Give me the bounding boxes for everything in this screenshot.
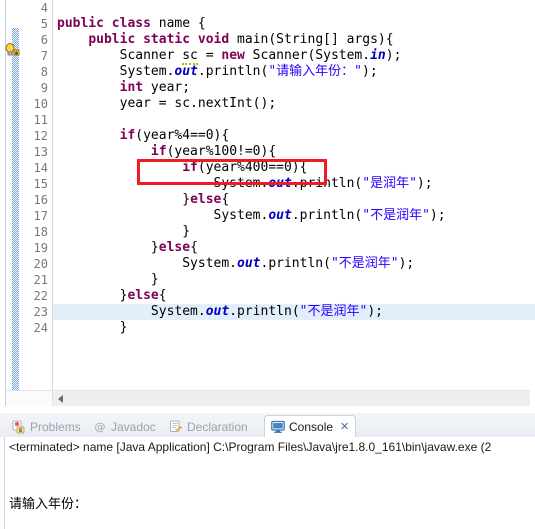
console-output-text: 请输入年份： 2000 不是润年 bbox=[9, 460, 87, 529]
line-number: 11 bbox=[33, 113, 48, 127]
line-number: 4 bbox=[40, 1, 48, 15]
code-line-9[interactable]: int year; bbox=[53, 80, 535, 96]
code-line-7[interactable]: Scanner sc = new Scanner(System.in); bbox=[53, 48, 535, 65]
svg-text:@: @ bbox=[95, 421, 106, 434]
line-number: 21 bbox=[33, 273, 48, 287]
scrollbar-track[interactable] bbox=[53, 391, 530, 407]
code-line-20[interactable]: System.out.println("不是润年"); bbox=[53, 256, 535, 272]
tab-label: Problems bbox=[30, 419, 81, 434]
line-number: 12 bbox=[33, 129, 48, 143]
line-number: 10 bbox=[33, 97, 48, 111]
code-line-12[interactable]: if(year%4==0){ bbox=[53, 128, 535, 144]
code-line-22[interactable]: }else{ bbox=[53, 288, 535, 304]
line-number: 16 bbox=[33, 193, 48, 207]
console-icon bbox=[271, 420, 285, 434]
declaration-icon bbox=[169, 420, 183, 434]
line-number: 17 bbox=[33, 209, 48, 223]
console-line-stdout: 请输入年份： bbox=[9, 497, 88, 512]
tab-label: Declaration bbox=[187, 419, 248, 434]
code-line-8[interactable]: System.out.println("请输入年份："); bbox=[53, 64, 535, 80]
line-number: 20 bbox=[33, 257, 48, 271]
line-number: 5 bbox=[40, 17, 48, 31]
code-line-15[interactable]: System.out.println("是润年"); bbox=[53, 176, 535, 192]
problems-icon bbox=[12, 420, 26, 434]
line-number: 14 bbox=[33, 161, 48, 175]
line-number: 23 bbox=[33, 305, 48, 319]
console-launch-header: <terminated> name [Java Application] C:\… bbox=[9, 440, 492, 454]
code-line-17[interactable]: System.out.println("不是润年"); bbox=[53, 208, 535, 224]
code-line-21[interactable]: } bbox=[53, 272, 535, 288]
code-line-16[interactable]: }else{ bbox=[53, 192, 535, 208]
code-line-11[interactable] bbox=[53, 112, 535, 128]
java-editor[interactable]: 4 5 6 7 8 9 10 11 12 13 14 15 16 17 18 1… bbox=[0, 0, 535, 413]
code-line-6[interactable]: public static void main(String[] args){ bbox=[53, 32, 535, 48]
triangle-left-icon[interactable] bbox=[53, 391, 69, 407]
line-number: 24 bbox=[33, 321, 48, 335]
warning-underlined-token: sc bbox=[182, 48, 198, 65]
line-number: 15 bbox=[33, 177, 48, 191]
line-number: 8 bbox=[40, 65, 48, 79]
line-number: 13 bbox=[33, 145, 48, 159]
editor-line-number-gutter[interactable]: 4 5 6 7 8 9 10 11 12 13 14 15 16 17 18 1… bbox=[19, 0, 64, 407]
code-line-19[interactable]: }else{ bbox=[53, 240, 535, 256]
editor-bottom-edge bbox=[0, 406, 535, 413]
tab-label: Console bbox=[289, 419, 334, 434]
code-line-14[interactable]: if(year%400==0){ bbox=[53, 160, 535, 176]
close-icon[interactable]: ✕ bbox=[340, 420, 349, 433]
scrollbar-corner bbox=[6, 391, 53, 407]
tab-problems[interactable]: Problems bbox=[6, 416, 87, 437]
line-number: 22 bbox=[33, 289, 48, 303]
line-number: 6 bbox=[40, 33, 48, 47]
bottom-panel-tabbar: Problems @ Javadoc Declaration Console ✕ bbox=[0, 413, 535, 437]
tab-console[interactable]: Console ✕ bbox=[264, 415, 357, 437]
line-number: 18 bbox=[33, 225, 48, 239]
bottom-panel: Problems @ Javadoc Declaration Console ✕… bbox=[0, 413, 535, 529]
line-number: 7 bbox=[40, 49, 48, 63]
code-text-area[interactable]: public class name { public static void m… bbox=[53, 0, 535, 407]
code-line-24[interactable]: } bbox=[53, 320, 535, 336]
line-number: 9 bbox=[40, 81, 48, 95]
tab-declaration[interactable]: Declaration bbox=[163, 416, 254, 437]
console-output-view[interactable]: <terminated> name [Java Application] C:\… bbox=[4, 437, 535, 529]
code-line-4[interactable] bbox=[53, 0, 535, 16]
code-line-23[interactable]: System.out.println("不是润年"); bbox=[53, 304, 535, 320]
tab-label: Javadoc bbox=[111, 419, 156, 434]
code-line-13[interactable]: if(year%100!=0){ bbox=[53, 144, 535, 160]
javadoc-icon: @ bbox=[94, 420, 107, 434]
line-number: 19 bbox=[33, 241, 48, 255]
code-line-10[interactable]: year = sc.nextInt(); bbox=[53, 96, 535, 112]
editor-horizontal-scrollbar[interactable] bbox=[6, 390, 530, 407]
tab-javadoc[interactable]: @ Javadoc bbox=[88, 416, 162, 437]
code-line-18[interactable]: } bbox=[53, 224, 535, 240]
warning-lightbulb-icon[interactable] bbox=[4, 43, 20, 57]
code-line-5[interactable]: public class name { bbox=[53, 16, 535, 32]
